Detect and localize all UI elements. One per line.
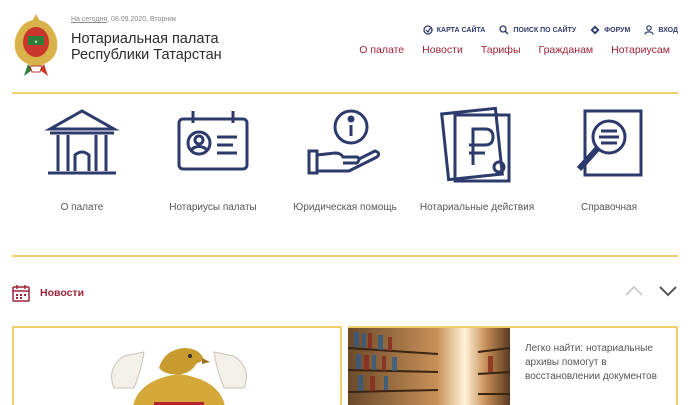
service-label: Нотариусы палаты: [169, 202, 257, 213]
nav-item-news[interactable]: Новости: [422, 44, 463, 56]
service-legal-help[interactable]: Юридическая помощь: [285, 105, 405, 214]
news-carousel-controls: [624, 284, 678, 298]
site-header: ★ На сегодня, 08.09.2020, Вторник Нотари…: [0, 0, 700, 88]
sitemap-icon: [423, 25, 433, 35]
current-date: На сегодня, 08.09.2020, Вторник: [71, 16, 177, 23]
nav-item-citizens[interactable]: Гражданам: [539, 44, 594, 56]
news-header: Новости: [12, 282, 678, 304]
forum-icon: [590, 25, 600, 35]
forum-link[interactable]: ФОРУМ: [590, 25, 630, 35]
chamber-emblem-logo[interactable]: ★: [10, 12, 62, 78]
main-navigation: О палате Новости Тарифы Гражданам Нотари…: [359, 44, 670, 56]
service-label: О палате: [60, 202, 104, 213]
building-icon: [44, 109, 120, 175]
service-about[interactable]: О палате: [22, 105, 142, 214]
services-row: О палате Нотариусы палаты Юридическая по…: [0, 105, 700, 235]
divider-top: [12, 92, 678, 94]
id-card-icon: [177, 111, 249, 171]
service-label: Юридическая помощь: [293, 202, 397, 213]
service-notarial-actions[interactable]: Нотариальные действия: [417, 105, 537, 214]
svg-text:★: ★: [34, 39, 38, 44]
service-notaries[interactable]: Нотариусы палаты: [153, 105, 273, 214]
news-card-archives[interactable]: Легко найти: нотариальные архивы помогут…: [348, 326, 678, 405]
service-reference[interactable]: Справочная: [549, 105, 669, 214]
service-label: Нотариальные действия: [419, 202, 535, 213]
news-title[interactable]: Новости: [40, 287, 84, 299]
chevron-up-icon[interactable]: [624, 284, 644, 298]
news-card-featured[interactable]: [12, 326, 342, 405]
news-item-caption[interactable]: Легко найти: нотариальные архивы помогут…: [525, 342, 675, 384]
nav-item-tariffs[interactable]: Тарифы: [481, 44, 521, 56]
calendar-icon: [12, 285, 30, 302]
site-search-link[interactable]: ПОИСК ПО САЙТУ: [499, 25, 576, 35]
library-shelves-image: [348, 328, 510, 405]
eagle-emblem-image: [111, 348, 247, 405]
search-icon: [499, 25, 509, 35]
sitemap-link[interactable]: КАРТА САЙТА: [423, 25, 485, 35]
nav-item-about[interactable]: О палате: [359, 44, 404, 56]
info-hand-icon: [307, 109, 381, 175]
nav-item-notaries[interactable]: Нотариусам: [611, 44, 670, 56]
magnifier-document-icon: [576, 109, 643, 177]
utility-links: КАРТА САЙТА ПОИСК ПО САЙТУ ФОРУМ ВХОД: [423, 25, 678, 35]
user-icon: [644, 25, 654, 35]
ruble-documents-icon: [440, 106, 511, 183]
service-label: Справочная: [580, 202, 637, 213]
divider-middle: [12, 255, 678, 257]
chevron-down-icon[interactable]: [658, 284, 678, 298]
login-link[interactable]: ВХОД: [644, 25, 678, 35]
organization-title[interactable]: Нотариальная палата Республики Татарстан: [71, 31, 222, 63]
